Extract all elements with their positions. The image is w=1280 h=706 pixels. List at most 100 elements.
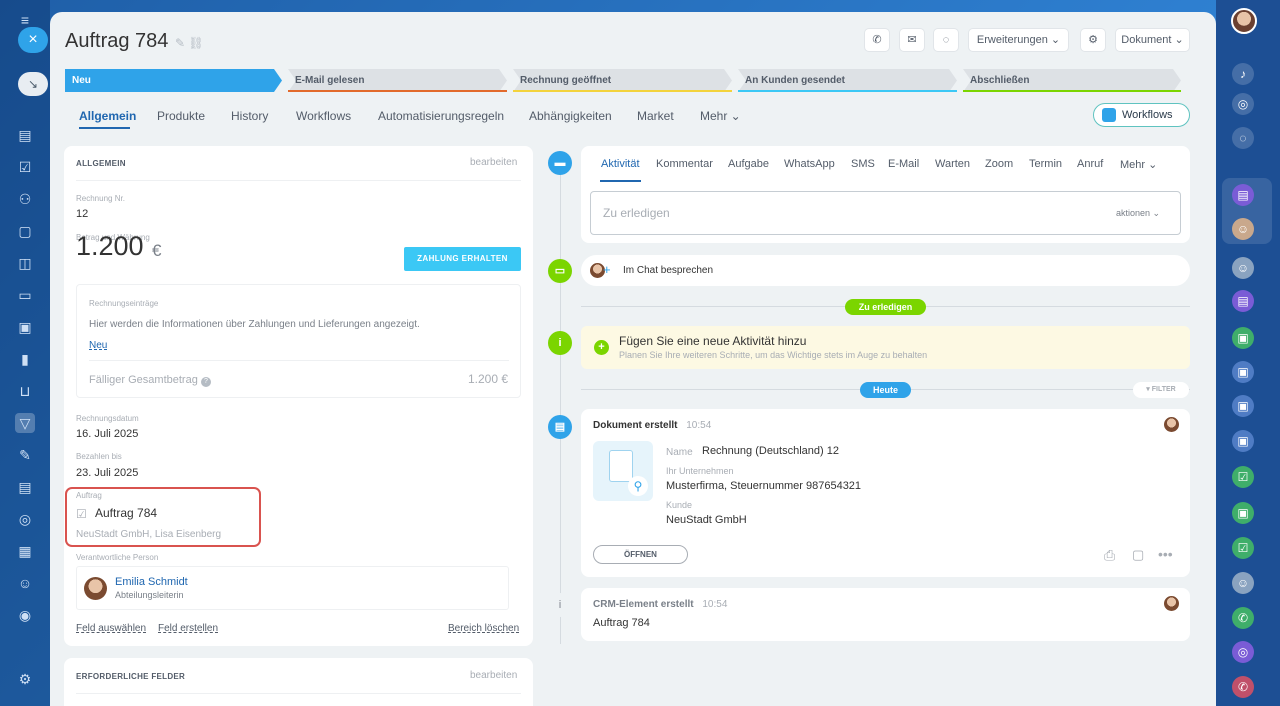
settings-button[interactable]: ⚙ <box>1081 29 1105 51</box>
task-icon[interactable]: ☑ <box>15 157 35 177</box>
mail-button[interactable]: ✉ <box>900 29 924 51</box>
call-tab[interactable]: Anruf <box>1077 158 1103 170</box>
entries-info: Hier werden die Informationen über Zahlu… <box>89 319 420 330</box>
note-icon[interactable]: ▢ <box>1132 547 1144 563</box>
actions-dropdown[interactable]: aktionen ⌄ <box>1116 208 1160 219</box>
crm-event-time: 10:54 <box>702 599 728 610</box>
open-button[interactable]: ÖFFNEN <box>593 545 688 564</box>
delete-section-link[interactable]: Bereich löschen <box>448 623 519 634</box>
tab-more[interactable]: Mehr ⌄ <box>700 109 741 123</box>
workflows-button[interactable]: Workflows <box>1093 103 1190 127</box>
invoice-no: 12 <box>76 208 89 220</box>
tab-automation[interactable]: Automatisierungsregeln <box>378 109 504 123</box>
lock-icon-2[interactable]: ▣ <box>1232 361 1254 383</box>
meeting-tab[interactable]: Termin <box>1029 158 1062 170</box>
due-total: 1.200 € <box>468 372 509 386</box>
document-icon[interactable]: ▤ <box>15 125 35 145</box>
id-card-icon[interactable]: ▤ <box>15 477 35 497</box>
todo-input[interactable] <box>590 191 1181 235</box>
lock-icon-3[interactable]: ▣ <box>1232 395 1254 417</box>
document-dropdown[interactable]: Dokument ⌄ <box>1116 29 1189 51</box>
email-tab[interactable]: E-Mail <box>888 158 919 170</box>
tab-market[interactable]: Market <box>637 109 674 123</box>
help-icon[interactable]: ? <box>200 377 211 387</box>
tab-workflows[interactable]: Workflows <box>296 109 351 123</box>
notes-icon[interactable]: ▤ <box>1232 184 1254 206</box>
notes-icon-2[interactable]: ▤ <box>1232 290 1254 312</box>
edit-link[interactable]: bearbeiten <box>470 157 517 168</box>
tab-dependencies[interactable]: Abhängigkeiten <box>529 109 612 123</box>
target-icon[interactable]: ◎ <box>15 509 35 529</box>
filter-button[interactable]: ▾ FILTER <box>1133 382 1189 398</box>
lock-icon-4[interactable]: ▣ <box>1232 430 1254 452</box>
file-icon[interactable]: ▢ <box>15 221 35 241</box>
card-icon[interactable]: ▭ <box>15 285 35 305</box>
bell-icon[interactable]: ♪ <box>1232 63 1254 85</box>
cart-icon[interactable]: ⊔ <box>15 381 35 401</box>
timeline-line <box>560 174 561 644</box>
screen-icon[interactable]: ▣ <box>15 317 35 337</box>
zoom-tab[interactable]: Zoom <box>985 158 1013 170</box>
stage-complete[interactable]: Abschließen <box>963 69 1189 92</box>
print-icon[interactable]: ⎙ <box>1104 547 1115 564</box>
comment-tab[interactable]: Kommentar <box>656 158 713 170</box>
tab-general[interactable]: Allgemein <box>79 109 136 123</box>
lock-icon[interactable]: ▣ <box>1232 327 1254 349</box>
tab-history[interactable]: History <box>231 109 268 123</box>
close-button[interactable]: × <box>18 27 48 53</box>
check-icon[interactable]: ☑ <box>1232 466 1254 488</box>
group-avatar[interactable]: ☺ <box>1232 572 1254 594</box>
stage-invoice-opened[interactable]: Rechnung geöffnet <box>513 69 740 92</box>
doc-client-label: Kunde <box>666 500 693 510</box>
settings-icon[interactable]: ⚙ <box>15 669 35 689</box>
more-icon[interactable]: ••• <box>1158 546 1173 562</box>
chart-icon[interactable]: ▮ <box>15 349 35 369</box>
contact-avatar[interactable]: ☺ <box>1232 218 1254 240</box>
payment-received-button[interactable]: ZAHLUNG ERHALTEN <box>404 247 521 271</box>
more-tab[interactable]: Mehr ⌄ <box>1120 158 1157 171</box>
edit-title-icon[interactable]: ✎ ⛓ <box>175 36 204 50</box>
stage-label: Abschließen <box>970 75 1030 86</box>
stage-email-read[interactable]: E-Mail gelesen <box>288 69 515 92</box>
contacts-icon[interactable]: ⚇ <box>15 189 35 209</box>
whatsapp-tab[interactable]: WhatsApp <box>784 158 835 170</box>
calendar-icon[interactable]: ▦ <box>15 541 35 561</box>
search-chat-icon[interactable]: ◌ <box>1232 127 1254 149</box>
contact-avatar-2[interactable]: ☺ <box>1232 257 1254 279</box>
chat-icon[interactable]: ◫ <box>15 253 35 273</box>
create-field-link[interactable]: Feld erstellen <box>158 623 218 634</box>
collapse-icon[interactable]: ↘ <box>18 72 48 96</box>
edit-icon[interactable]: ✎ <box>15 445 35 465</box>
lock-icon-5[interactable]: ▣ <box>1232 502 1254 524</box>
crm-event-value: Auftrag 784 <box>593 617 650 629</box>
extensions-dropdown[interactable]: Erweiterungen ⌄ <box>969 29 1068 51</box>
add-icon: + <box>603 262 611 277</box>
goal-icon[interactable]: ◉ <box>15 605 35 625</box>
user-avatar[interactable] <box>1231 8 1257 34</box>
robot-icon[interactable]: ☺ <box>15 573 35 593</box>
chat-button[interactable]: ◌ <box>934 29 958 51</box>
funnel-icon[interactable]: ▽ <box>15 413 35 433</box>
phone-icon-2[interactable]: ✆ <box>1232 676 1254 698</box>
activity-tab[interactable]: Aktivität <box>601 158 640 170</box>
sms-tab[interactable]: SMS <box>851 158 875 170</box>
select-field-link[interactable]: Feld auswählen <box>76 623 146 634</box>
document-preview-icon[interactable]: ⚲ <box>593 441 653 501</box>
stage-sent[interactable]: An Kunden gesendet <box>738 69 965 92</box>
stage-new[interactable]: Neu <box>65 69 290 92</box>
phone-icon[interactable]: ✆ <box>1232 607 1254 629</box>
invoice-no-label: Rechnung Nr. <box>76 194 125 203</box>
wait-tab[interactable]: Warten <box>935 158 970 170</box>
phone-button[interactable]: ✆ <box>865 29 889 51</box>
target-icon[interactable]: ◎ <box>1232 93 1254 115</box>
responsible-name[interactable]: Emilia Schmidt <box>115 576 188 588</box>
entries-new-link[interactable]: Neu <box>89 340 107 351</box>
order-link[interactable]: Auftrag 784 <box>95 506 157 520</box>
target-icon-2[interactable]: ◎ <box>1232 641 1254 663</box>
required-edit-link[interactable]: bearbeiten <box>470 670 517 681</box>
task-tab[interactable]: Aufgabe <box>728 158 769 170</box>
check-icon-2[interactable]: ☑ <box>1232 537 1254 559</box>
tab-products[interactable]: Produkte <box>157 109 205 123</box>
active-tab-underline <box>79 127 130 129</box>
order-label: Auftrag <box>76 491 102 500</box>
